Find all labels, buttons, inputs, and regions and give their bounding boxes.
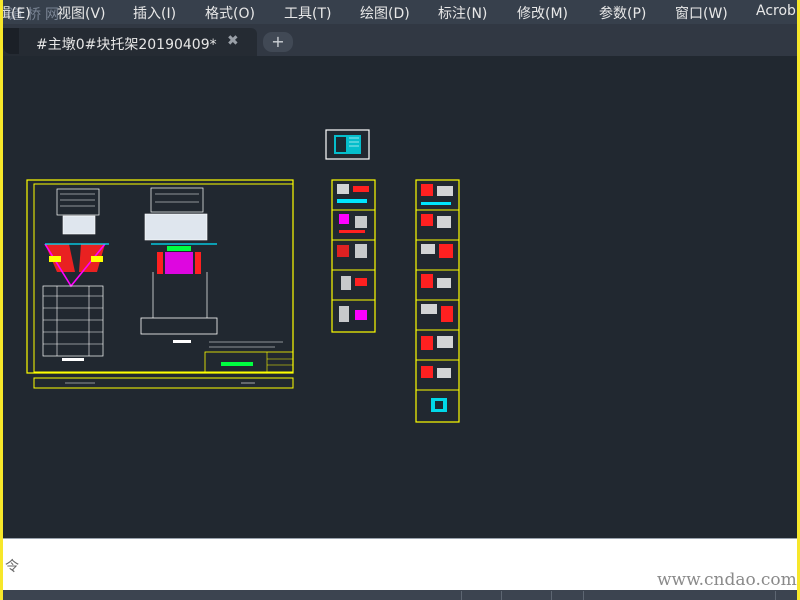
menu-format[interactable]: 格式(O) — [205, 3, 255, 23]
app-window: 道桥网 辑(E) 视图(V) 插入(I) 格式(O) 工具(T) 绘图(D) 标… — [3, 0, 797, 600]
drawing-sheet-column-middle[interactable] — [331, 179, 376, 333]
watermark-bottom: www.cndao.com — [657, 570, 797, 590]
menu-dimension[interactable]: 标注(N) — [438, 3, 487, 23]
drawing-sheet-column-right[interactable] — [415, 179, 460, 423]
status-bar-separator — [461, 591, 462, 600]
new-tab-button[interactable]: + — [263, 32, 293, 52]
menu-acrobat[interactable]: Acrob — [756, 3, 796, 19]
menu-window[interactable]: 窗口(W) — [675, 3, 728, 23]
menu-draw[interactable]: 绘图(D) — [360, 3, 410, 23]
menu-edit[interactable]: 辑(E) — [3, 3, 31, 23]
drawing-sheet-main[interactable] — [26, 179, 294, 389]
menu-tools[interactable]: 工具(T) — [284, 3, 331, 23]
menu-bar: 道桥网 辑(E) 视图(V) 插入(I) 格式(O) 工具(T) 绘图(D) 标… — [3, 0, 797, 24]
status-bar — [3, 590, 797, 600]
tab-bar-left-edge — [3, 28, 19, 54]
drawing-sheet-thumbnail[interactable] — [325, 129, 370, 160]
command-prompt-text: 令 — [5, 559, 19, 575]
menu-parameters[interactable]: 参数(P) — [599, 3, 646, 23]
status-bar-separator — [775, 591, 776, 600]
status-bar-separator — [501, 591, 502, 600]
model-space-canvas — [26, 129, 460, 423]
status-bar-separator — [551, 591, 552, 600]
file-tab-active[interactable]: #主墩0#块托架20190409* ✖ — [3, 28, 257, 56]
status-bar-separator — [583, 591, 584, 600]
menu-view[interactable]: 视图(V) — [57, 3, 106, 23]
drawing-viewport[interactable] — [5, 56, 797, 538]
file-tab-label: #主墩0#块托架20190409* — [36, 37, 217, 53]
close-icon[interactable]: ✖ — [227, 33, 239, 49]
command-line-history[interactable]: 令 www.cndao.com — [3, 538, 797, 591]
file-tab-bar: #主墩0#块托架20190409* ✖ + — [3, 24, 797, 56]
menu-modify[interactable]: 修改(M) — [517, 3, 568, 23]
menu-insert[interactable]: 插入(I) — [133, 3, 176, 23]
